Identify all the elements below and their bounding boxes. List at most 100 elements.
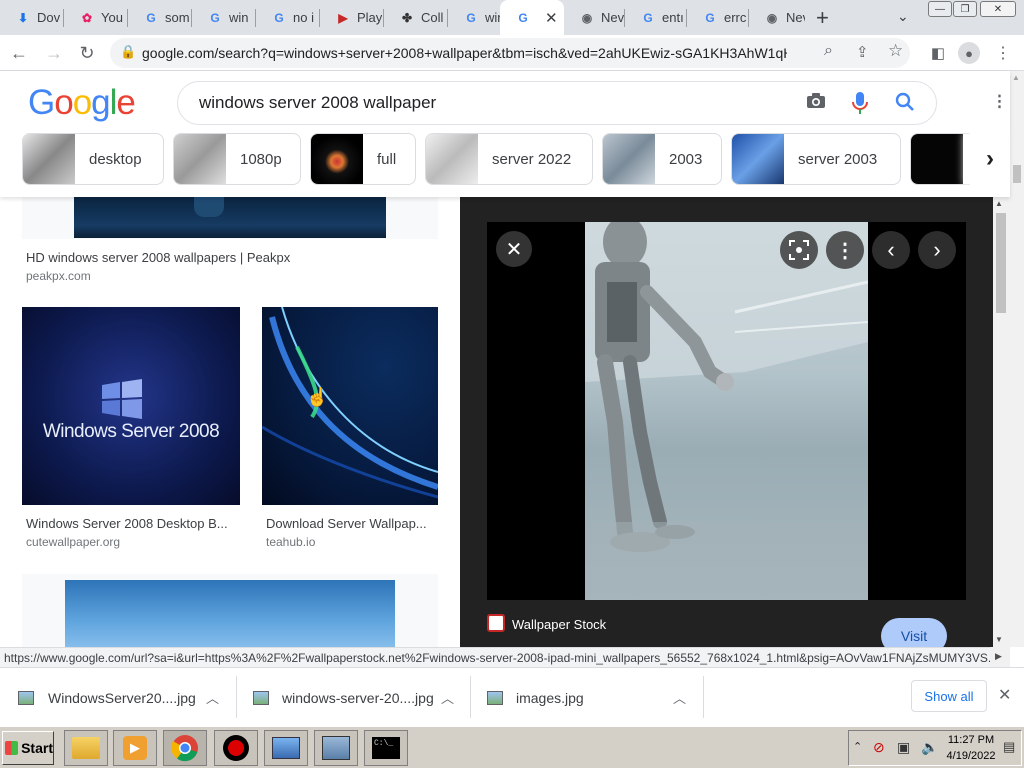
search-query[interactable]: windows server 2008 wallpaper [199, 93, 436, 113]
chip-more[interactable] [910, 133, 970, 185]
preview-scrollbar[interactable]: ▲ ▼ [993, 197, 1010, 647]
tab-youtube[interactable]: ✿ You [64, 0, 126, 35]
result-title[interactable]: Download Server Wallpap... [266, 516, 427, 531]
google-logo[interactable]: Google [28, 83, 136, 123]
bookmark-star-icon[interactable]: ☆ [888, 41, 903, 61]
tab-google-search[interactable]: Gentı [625, 0, 685, 35]
clock-date[interactable]: 4/19/2022 [945, 750, 997, 762]
tab-google-search[interactable]: Gno i [256, 0, 318, 35]
microphone-icon[interactable] [852, 91, 868, 118]
file-explorer-icon[interactable] [64, 730, 108, 766]
address-bar[interactable]: 🔒 google.com/search?q=windows+server+200… [110, 38, 910, 68]
download-item[interactable]: windows-server-20....jpg ︿ [253, 668, 458, 727]
back-icon[interactable]: ← [7, 41, 31, 65]
minimize-icon[interactable]: — [928, 1, 952, 17]
page-scrollbar[interactable]: ▲ [1010, 71, 1024, 647]
result-title[interactable]: Windows Server 2008 Desktop B... [26, 516, 228, 531]
share-icon[interactable]: ⇪ [856, 43, 869, 61]
scroll-up-arrow-icon[interactable]: ▲ [1012, 73, 1020, 82]
result-card[interactable] [22, 197, 438, 239]
apps-grid-icon[interactable]: ⁝ [996, 89, 1003, 115]
chip-desktop[interactable]: desktop [22, 133, 164, 185]
reload-icon[interactable]: ↻ [75, 41, 99, 65]
result-site[interactable]: cutewallpaper.org [26, 535, 120, 549]
result-card[interactable] [22, 574, 438, 647]
chip-server-2022[interactable]: server 2022 [425, 133, 593, 185]
result-title[interactable]: HD windows server 2008 wallpapers | Peak… [26, 250, 290, 265]
chip-2003[interactable]: 2003 [602, 133, 722, 185]
previous-chevron-icon[interactable]: ‹ [872, 231, 910, 269]
camera-icon[interactable] [806, 91, 826, 117]
tab-google-search[interactable]: Gerrc [687, 0, 747, 35]
tab-play[interactable]: ▶ Play [320, 0, 382, 35]
more-options-icon[interactable]: ⋮ [826, 231, 864, 269]
record-icon[interactable] [214, 730, 258, 766]
result-site[interactable]: teahub.io [266, 535, 315, 549]
media-player-icon[interactable]: ▶ [113, 730, 157, 766]
preview-scrollbar-thumb[interactable] [996, 213, 1006, 313]
scroll-down-arrow-icon[interactable]: ▼ [995, 635, 1003, 644]
restore-icon[interactable]: ❐ [953, 1, 977, 17]
tab-search-chevron-icon[interactable]: ⌄ [897, 8, 909, 25]
tab-new-tab[interactable]: ◉Nev [749, 0, 805, 35]
chip-server-2003[interactable]: server 2003 [731, 133, 901, 185]
url-text[interactable]: google.com/search?q=windows+server+2008+… [142, 45, 787, 61]
tab-collection[interactable]: ✤ Coll [384, 0, 446, 35]
notification-icon[interactable]: ▤ [1003, 739, 1015, 755]
result-site[interactable]: peakpx.com [26, 269, 91, 283]
tab-google-search[interactable]: Gsom [128, 0, 190, 35]
tab-downloads[interactable]: ⬇ Dov [0, 0, 62, 35]
scroll-up-arrow-icon[interactable]: ▲ [995, 199, 1003, 208]
next-chevron-icon[interactable]: › [918, 231, 956, 269]
horizontal-scrollbar[interactable]: ▶ [990, 647, 1010, 667]
lens-search-icon[interactable] [780, 231, 818, 269]
result-image[interactable] [74, 197, 386, 238]
show-hidden-icons-chevron-icon[interactable]: ⌃ [853, 740, 862, 753]
network-icon[interactable]: ▣ [897, 739, 910, 756]
close-tab-icon[interactable]: ✕ [545, 9, 558, 27]
new-tab-button[interactable]: + [816, 5, 829, 31]
download-options-chevron-icon[interactable]: ︿ [441, 688, 454, 707]
scroll-right-arrow-icon[interactable]: ▶ [995, 651, 1002, 662]
profile-avatar-icon[interactable]: ● [958, 42, 980, 64]
forward-icon[interactable]: → [42, 41, 66, 65]
windows-flag-icon [102, 379, 142, 419]
close-downloads-icon[interactable]: ✕ [998, 685, 1011, 705]
close-window-icon[interactable]: ✕ [980, 1, 1016, 17]
zoom-icon[interactable]: ⌕ [824, 42, 833, 60]
search-box[interactable]: windows server 2008 wallpaper [177, 81, 937, 125]
source-name[interactable]: Wallpaper Stock [512, 617, 606, 632]
image-viewer-icon[interactable] [264, 730, 308, 766]
chips-next-chevron-icon[interactable]: › [970, 133, 1010, 185]
chip-full[interactable]: full [310, 133, 416, 185]
page-scrollbar-thumb[interactable] [1013, 165, 1021, 183]
tab-new-tab[interactable]: ◉Nev [564, 0, 624, 35]
close-preview-icon[interactable]: ✕ [496, 231, 532, 267]
system-settings-icon[interactable] [314, 730, 358, 766]
download-item[interactable]: images.jpg ︿ [487, 668, 692, 727]
result-image[interactable] [262, 307, 438, 505]
show-all-button[interactable]: Show all [911, 680, 987, 712]
tab-google-search[interactable]: Gwin [448, 0, 506, 35]
start-button[interactable]: Start [2, 731, 54, 765]
tab-active[interactable]: G ✕ [500, 0, 564, 35]
clock-time[interactable]: 11:27 PM [945, 734, 997, 746]
volume-icon[interactable]: 🔈 [921, 739, 938, 756]
network-warning-icon[interactable]: ⊘ [873, 739, 885, 756]
downloads-bar: WindowsServer20....jpg ︿ windows-server-… [0, 667, 1024, 726]
download-options-chevron-icon[interactable]: ︿ [206, 688, 219, 707]
search-icon[interactable] [895, 92, 915, 115]
download-item[interactable]: WindowsServer20....jpg ︿ [18, 668, 228, 727]
chip-1080p[interactable]: 1080p [173, 133, 301, 185]
chip-thumbnail [174, 134, 226, 184]
chrome-taskbar-icon[interactable] [163, 730, 207, 766]
preview-image[interactable] [585, 222, 868, 600]
download-options-chevron-icon[interactable]: ︿ [673, 688, 686, 707]
command-prompt-icon[interactable]: C:\_ [364, 730, 408, 766]
side-panel-icon[interactable]: ◧ [926, 41, 950, 65]
result-image[interactable]: Windows Server 2008 [22, 307, 240, 505]
tab-google-search[interactable]: Gwin [192, 0, 254, 35]
result-image[interactable] [65, 580, 395, 647]
visit-button[interactable]: Visit [881, 618, 947, 647]
menu-kebab-icon[interactable]: ⋮ [991, 41, 1015, 65]
